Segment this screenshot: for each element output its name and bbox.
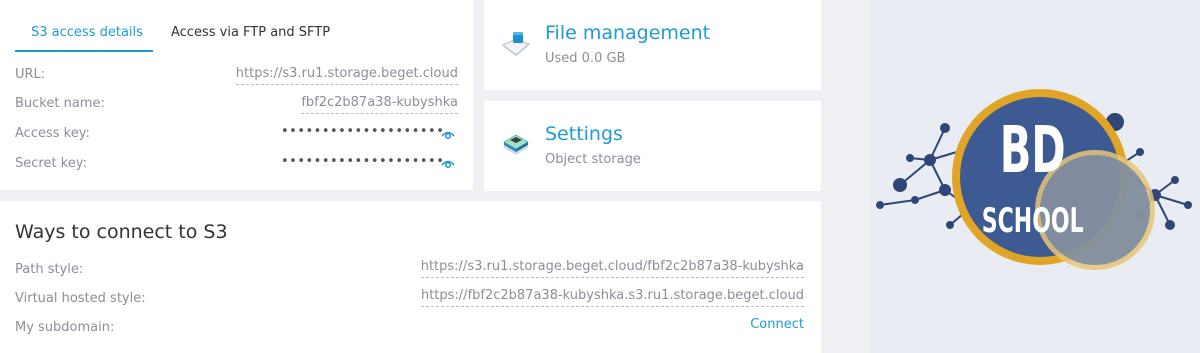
tab-s3-access-details[interactable]: S3 access details <box>15 22 153 52</box>
path-style-label: Path style: <box>15 262 84 277</box>
logo-school-text: SCHOOL <box>982 201 1084 240</box>
virtual-hosted-style-value[interactable]: https://fbf2c2b87a38-kubyshka.s3.ru1.sto… <box>420 288 804 307</box>
connect-subdomain-link[interactable]: Connect <box>750 317 804 332</box>
tab-ftp-sftp[interactable]: Access via FTP and SFTP <box>171 22 330 52</box>
access-key-label: Access key: <box>15 126 90 141</box>
ways-to-connect-title: Ways to connect to S3 <box>15 221 228 243</box>
settings-title[interactable]: Settings <box>545 123 623 145</box>
file-management-card[interactable]: File management Used 0.0 GB <box>484 0 821 90</box>
bd-school-logo: BD SCHOOL <box>876 89 1192 270</box>
url-label: URL: <box>15 67 46 82</box>
secret-key-masked: •••••••••••••••••••• <box>281 154 445 169</box>
show-secret-key-eye-icon[interactable] <box>441 157 455 169</box>
settings-subtitle: Object storage <box>545 152 641 167</box>
ways-to-connect-card: Ways to connect to S3 Path style: https:… <box>0 201 821 353</box>
virtual-hosted-style-label: Virtual hosted style: <box>15 291 146 306</box>
settings-chip-icon <box>503 134 529 155</box>
s3-access-card: S3 access details Access via FTP and SFT… <box>0 0 473 190</box>
show-access-key-eye-icon[interactable] <box>441 128 455 140</box>
file-manager-icon <box>501 32 531 57</box>
logo-bd-text: BD <box>1000 113 1066 188</box>
access-key-masked: •••••••••••••••••••• <box>281 124 445 139</box>
my-subdomain-label: My subdomain: <box>15 320 115 335</box>
settings-card[interactable]: Settings Object storage <box>484 101 821 191</box>
bucket-name-value[interactable]: fbf2c2b87a38-kubyshka <box>301 95 458 114</box>
secret-key-label: Secret key: <box>15 156 87 171</box>
path-style-value[interactable]: https://s3.ru1.storage.beget.cloud/fbf2c… <box>420 259 804 278</box>
file-management-title[interactable]: File management <box>545 22 710 44</box>
promo-panel: BD SCHOOL <box>870 0 1200 353</box>
bucket-name-label: Bucket name: <box>15 96 105 111</box>
url-value[interactable]: https://s3.ru1.storage.beget.cloud <box>235 66 458 85</box>
used-storage-text: Used 0.0 GB <box>545 51 626 66</box>
